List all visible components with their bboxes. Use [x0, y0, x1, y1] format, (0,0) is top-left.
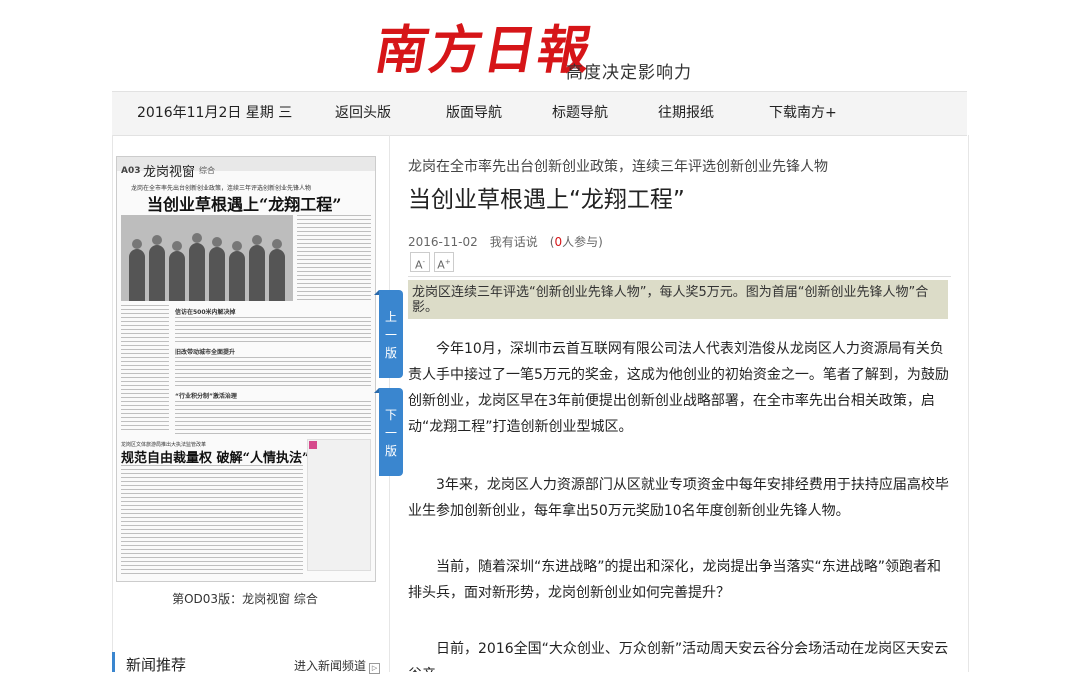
- paper-sub-headline[interactable]: “行业积分制”激活治理: [175, 391, 237, 400]
- nav-back-front-page[interactable]: 返回头版: [335, 92, 391, 135]
- nav-page-navigation[interactable]: 版面导航: [446, 92, 502, 135]
- text-column: [297, 215, 371, 301]
- group-photo[interactable]: [121, 215, 293, 301]
- article-paragraph: 日前，2016全国“大众创业、万众创新”活动周天安云谷分会场活动在龙岗区天安云谷…: [408, 641, 949, 672]
- font-smaller-label: A: [414, 258, 423, 272]
- news-recommend-bar: 新闻推荐 进入新闻频道 ▷: [112, 650, 389, 674]
- page-section: 综合: [199, 166, 215, 175]
- participants-count: 0: [554, 235, 563, 249]
- photo-person: [249, 235, 265, 301]
- text-column: [121, 465, 303, 577]
- next-page-tab[interactable]: 下 一 版: [374, 388, 403, 476]
- paper-sub-headline[interactable]: 信访在500米内解决掉: [175, 307, 236, 316]
- article-paragraph: 今年10月，深圳市云首互联网有限公司法人代表刘浩俊从龙岗区人力资源局有关负责人手…: [408, 341, 949, 435]
- page-name: 龙岗视窗: [143, 165, 196, 180]
- tab-char: 版: [384, 346, 397, 360]
- text-column: [175, 317, 371, 343]
- text-column: [175, 357, 371, 387]
- nav-bar: 2016年11月2日 星期 三 返回头版 版面导航 标题导航 往期报纸 下载南方…: [112, 91, 967, 136]
- article-meta: 2016-11-02 我有话说 (0人参与): [408, 233, 603, 250]
- nav-download-app[interactable]: 下载南方+: [769, 92, 837, 135]
- paper-headline[interactable]: 当创业草根遇上“龙翔工程”: [147, 191, 341, 215]
- text-column: [175, 401, 371, 435]
- news-channel-label: 进入新闻频道: [294, 659, 367, 673]
- logo[interactable]: 南方日報: [370, 18, 598, 84]
- nav-date: 2016年11月2日 星期 三: [137, 105, 293, 121]
- slogan: 高度决定影响力: [566, 63, 692, 83]
- side-box-mark: [309, 441, 317, 449]
- nav-past-issues[interactable]: 往期报纸: [658, 92, 714, 135]
- paper-sub-headline[interactable]: 旧改带动城市全面提升: [175, 347, 235, 356]
- font-larger-label: A: [437, 258, 445, 272]
- font-smaller-button[interactable]: A-: [410, 252, 430, 272]
- article-kicker: 龙岗在全市率先出台创新创业政策，连续三年评选创新创业先锋人物: [408, 159, 828, 175]
- photo-person: [169, 241, 185, 301]
- font-larger-button[interactable]: A+: [434, 252, 454, 272]
- news-accent: [112, 652, 115, 672]
- chevron-right-icon: ▷: [369, 663, 381, 674]
- masthead: 南方日報 高度决定影响力: [0, 0, 1080, 90]
- article-paragraph: 3年来，龙岗区人力资源部门从区就业专项资金中每年安排经费用于扶持应届高校毕业生参…: [408, 477, 949, 519]
- photo-caption: 龙岗区连续三年评选“创新创业先锋人物”，每人奖5万元。图为首届“创新创业先锋人物…: [412, 285, 929, 315]
- photo-person: [269, 239, 285, 301]
- paper-headline2[interactable]: 规范自由裁量权 破解“人情执法”: [121, 447, 309, 466]
- photo-person: [229, 241, 245, 301]
- tab-char: 版: [384, 444, 397, 458]
- photo-person: [189, 233, 205, 301]
- article-paragraph: 当前，随着深圳“东进战略”的提出和深化，龙岗提出争当落实“东进战略”领跑者和排头…: [408, 559, 942, 601]
- article-date: 2016-11-02: [408, 235, 478, 249]
- prev-page-tab[interactable]: 上 一 版: [374, 290, 403, 378]
- comment-link[interactable]: 我有话说: [490, 235, 538, 249]
- newspaper-page-image[interactable]: A03 龙岗视窗 综合 龙岗在全市率先出台创新创业政策，连续三年评选创新创业先锋…: [116, 156, 376, 582]
- photo-person: [209, 237, 225, 301]
- tab-char: 下: [384, 408, 397, 422]
- news-channel-link[interactable]: 进入新闻频道 ▷: [294, 657, 381, 674]
- photo-caption-box: 龙岗区连续三年评选“创新创业先锋人物”，每人奖5万元。图为首届“创新创业先锋人物…: [408, 280, 948, 319]
- nav-title-navigation[interactable]: 标题导航: [552, 92, 608, 135]
- tab-char: 一: [384, 328, 397, 342]
- article-title: 当创业草根遇上“龙翔工程”: [408, 187, 685, 213]
- photo-person: [129, 239, 145, 301]
- photo-person: [149, 235, 165, 301]
- participants-suffix: 人参与): [562, 235, 603, 249]
- article-rule: [408, 276, 951, 277]
- tab-char: 上: [384, 310, 397, 324]
- page-code: A03: [121, 166, 141, 176]
- tab-char: 一: [384, 426, 397, 440]
- side-box: [307, 439, 371, 571]
- page-caption[interactable]: 第OD03版：龙岗视窗 综合: [116, 590, 374, 607]
- text-column: [121, 305, 169, 431]
